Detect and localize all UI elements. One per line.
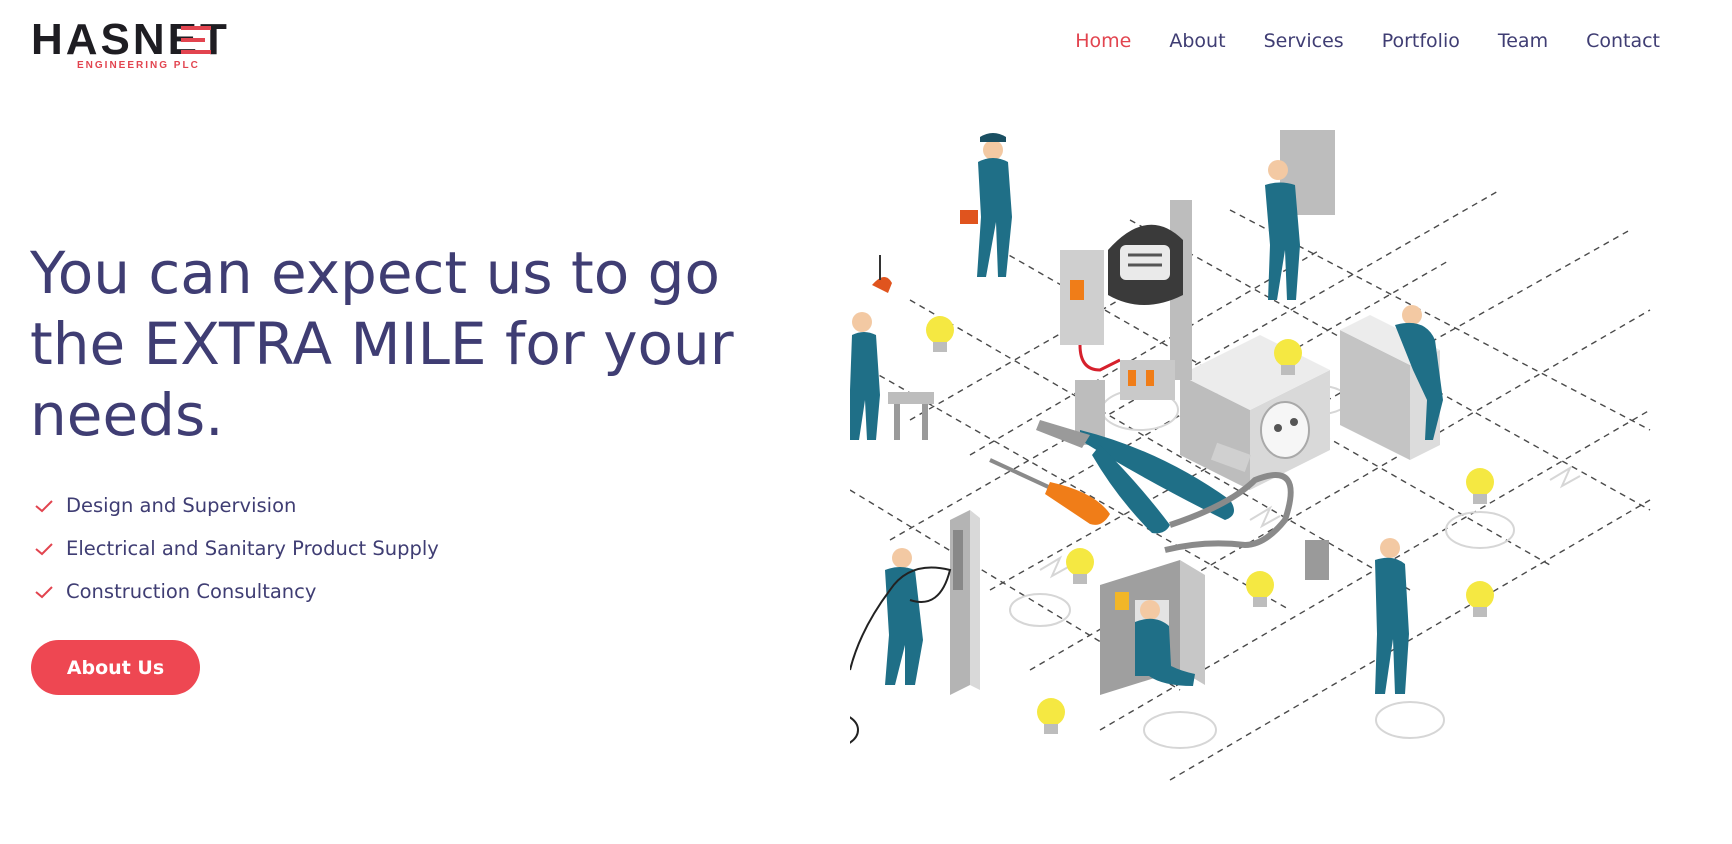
nav-team[interactable]: Team bbox=[1498, 30, 1548, 52]
feature-item: Electrical and Sanitary Product Supply bbox=[34, 527, 439, 570]
feature-item: Construction Consultancy bbox=[34, 570, 439, 613]
feature-label: Electrical and Sanitary Product Supply bbox=[66, 537, 439, 560]
hero-title-line-1: You can expect us to go bbox=[30, 239, 720, 307]
hero-title-line-3: needs. bbox=[30, 381, 224, 449]
logo-tagline: ENGINEERING PLC bbox=[77, 60, 200, 71]
nav-portfolio[interactable]: Portfolio bbox=[1382, 30, 1460, 52]
feature-item: Design and Supervision bbox=[34, 484, 439, 527]
check-icon bbox=[35, 585, 53, 598]
check-icon bbox=[35, 542, 53, 555]
hero-title-line-2: the EXTRA MILE for your bbox=[30, 310, 734, 378]
hero-title: You can expect us to go the EXTRA MILE f… bbox=[30, 238, 790, 451]
check-icon bbox=[35, 499, 53, 512]
nav-services[interactable]: Services bbox=[1264, 30, 1344, 52]
about-us-button[interactable]: About Us bbox=[31, 640, 200, 695]
logo-text-left: HAS bbox=[31, 15, 133, 64]
nav-home[interactable]: Home bbox=[1075, 30, 1131, 52]
feature-list: Design and Supervision Electrical and Sa… bbox=[34, 484, 439, 613]
main-nav: Home About Services Portfolio Team Conta… bbox=[1075, 30, 1660, 52]
brand-logo[interactable]: HASNET ENGINEERING PLC bbox=[31, 18, 251, 74]
logo-bars-icon bbox=[181, 26, 211, 54]
nav-contact[interactable]: Contact bbox=[1586, 30, 1660, 52]
feature-label: Construction Consultancy bbox=[66, 580, 317, 603]
nav-about[interactable]: About bbox=[1169, 30, 1225, 52]
feature-label: Design and Supervision bbox=[66, 494, 297, 517]
site-header: HASNET ENGINEERING PLC Home About Servic… bbox=[0, 0, 1732, 90]
hero-illustration bbox=[850, 130, 1651, 781]
